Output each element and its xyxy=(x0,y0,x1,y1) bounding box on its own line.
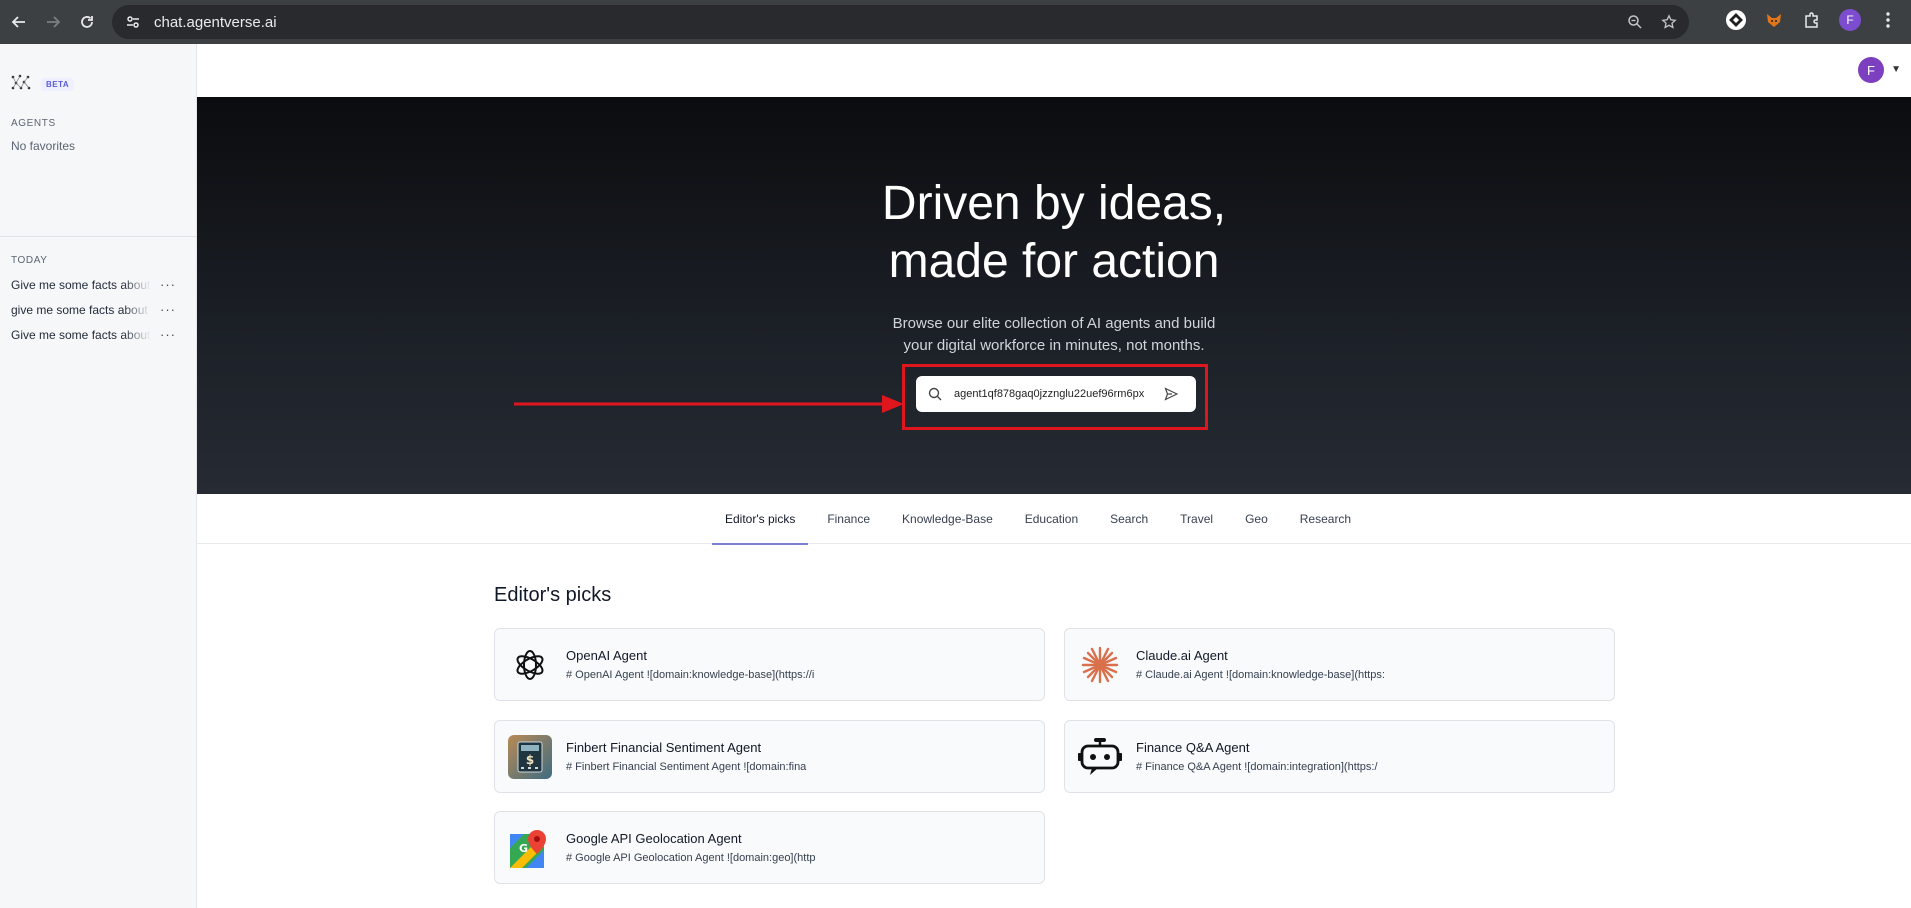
search-icon xyxy=(916,387,954,401)
more-options-icon[interactable]: ··· xyxy=(160,327,176,342)
browser-toolbar: chat.agentverse.ai F xyxy=(0,0,1911,44)
openai-logo-icon xyxy=(508,643,552,687)
agent-card[interactable]: Finance Q&A Agent # Finance Q&A Agent ![… xyxy=(1064,720,1615,793)
tab-travel[interactable]: Travel xyxy=(1164,494,1229,544)
search-input[interactable] xyxy=(954,388,1154,400)
agent-card[interactable]: G Google API Geolocation Agent # Google … xyxy=(494,811,1045,884)
annotation-arrow xyxy=(514,395,904,413)
robot-chat-icon xyxy=(1078,735,1122,779)
extension-wallet-icon[interactable] xyxy=(1723,7,1749,33)
hero-title-line: Driven by ideas, xyxy=(881,177,1227,230)
browser-menu-icon[interactable] xyxy=(1875,7,1901,33)
bookmark-star-icon[interactable] xyxy=(1657,10,1681,34)
agents-heading: AGENTS xyxy=(11,118,56,129)
user-avatar[interactable]: F xyxy=(1858,57,1884,83)
agent-name: Google API Geolocation Agent xyxy=(566,831,742,846)
agentverse-logo-icon[interactable] xyxy=(11,74,31,95)
hero-subtitle-line: your digital workforce in minutes, not m… xyxy=(903,337,1205,354)
finance-calculator-icon: $ xyxy=(508,734,552,779)
agent-name: OpenAI Agent xyxy=(566,648,647,663)
chat-history-item[interactable]: Give me some facts about ··· xyxy=(0,272,196,297)
tab-knowledge-base[interactable]: Knowledge-Base xyxy=(886,494,1009,544)
search-highlight-box xyxy=(902,364,1208,430)
extension-fox-icon[interactable] xyxy=(1761,7,1787,33)
hero-title-line: made for action xyxy=(888,235,1220,288)
svg-text:G: G xyxy=(519,842,528,855)
agent-description: # Finance Q&A Agent ![domain:integration… xyxy=(1136,761,1378,773)
svg-text:$: $ xyxy=(526,753,534,767)
agent-description: # Claude.ai Agent ![domain:knowledge-bas… xyxy=(1136,669,1385,681)
agent-name: Finance Q&A Agent xyxy=(1136,740,1250,755)
tab-editors-picks[interactable]: Editor's picks xyxy=(709,494,811,545)
hero-title: Driven by ideas, made for action xyxy=(197,175,1911,291)
hero-section: Driven by ideas, made for action Browse … xyxy=(197,97,1911,494)
agent-card[interactable]: OpenAI Agent # OpenAI Agent ![domain:kno… xyxy=(494,628,1045,701)
profile-avatar[interactable]: F xyxy=(1837,7,1863,33)
no-favorites-text: No favorites xyxy=(11,139,76,153)
agent-description: # OpenAI Agent ![domain:knowledge-base](… xyxy=(566,669,815,681)
today-heading: TODAY xyxy=(11,255,48,266)
agent-card[interactable]: $ Finbert Financial Sentiment Agent # Fi… xyxy=(494,720,1045,793)
send-icon[interactable] xyxy=(1154,387,1188,401)
reload-icon[interactable] xyxy=(72,7,102,37)
chat-history-item[interactable]: Give me some facts about ··· xyxy=(0,322,196,347)
site-settings-icon[interactable] xyxy=(118,14,148,30)
beta-badge: BETA xyxy=(41,77,75,91)
brand: BETA xyxy=(0,44,196,104)
chat-title: give me some facts about xyxy=(11,302,148,317)
section-title: Editor's picks xyxy=(494,584,612,606)
sidebar-divider xyxy=(0,236,196,237)
agent-name: Finbert Financial Sentiment Agent xyxy=(566,740,762,755)
hero-subtitle: Browse our elite collection of AI agents… xyxy=(197,313,1911,357)
forward-icon[interactable] xyxy=(38,7,68,37)
back-icon[interactable] xyxy=(4,7,34,37)
extensions-puzzle-icon[interactable] xyxy=(1799,7,1825,33)
more-options-icon[interactable]: ··· xyxy=(160,302,176,317)
tab-geo[interactable]: Geo xyxy=(1229,494,1284,544)
more-options-icon[interactable]: ··· xyxy=(160,277,176,292)
agent-description: # Finbert Financial Sentiment Agent ![do… xyxy=(566,761,807,773)
agent-card[interactable]: Claude.ai Agent # Claude.ai Agent ![doma… xyxy=(1064,628,1615,701)
agent-name: Claude.ai Agent xyxy=(1136,648,1228,663)
tab-finance[interactable]: Finance xyxy=(811,494,886,544)
category-tabs: Editor's picks Finance Knowledge-Base Ed… xyxy=(197,494,1911,545)
tab-education[interactable]: Education xyxy=(1009,494,1094,544)
top-bar: F ▼ xyxy=(197,44,1911,97)
google-maps-icon: G xyxy=(508,826,552,870)
sidebar: BETA AGENTS No favorites TODAY Give me s… xyxy=(0,44,197,908)
claude-logo-icon xyxy=(1078,643,1122,687)
agent-search-box[interactable] xyxy=(916,376,1196,412)
chat-history-item[interactable]: give me some facts about ··· xyxy=(0,297,196,322)
chat-history: TODAY Give me some facts about ··· give … xyxy=(0,255,196,347)
chevron-down-icon[interactable]: ▼ xyxy=(1891,64,1901,75)
tab-research[interactable]: Research xyxy=(1284,494,1367,544)
chat-title: Give me some facts about xyxy=(11,277,151,292)
zoom-icon[interactable] xyxy=(1623,10,1647,34)
tab-search[interactable]: Search xyxy=(1094,494,1164,544)
hero-subtitle-line: Browse our elite collection of AI agents… xyxy=(892,315,1216,332)
chat-title: Give me some facts about xyxy=(11,327,151,342)
address-bar[interactable]: chat.agentverse.ai xyxy=(112,5,1689,39)
url-text[interactable]: chat.agentverse.ai xyxy=(154,14,277,31)
agent-description: # Google API Geolocation Agent ![domain:… xyxy=(566,852,816,864)
